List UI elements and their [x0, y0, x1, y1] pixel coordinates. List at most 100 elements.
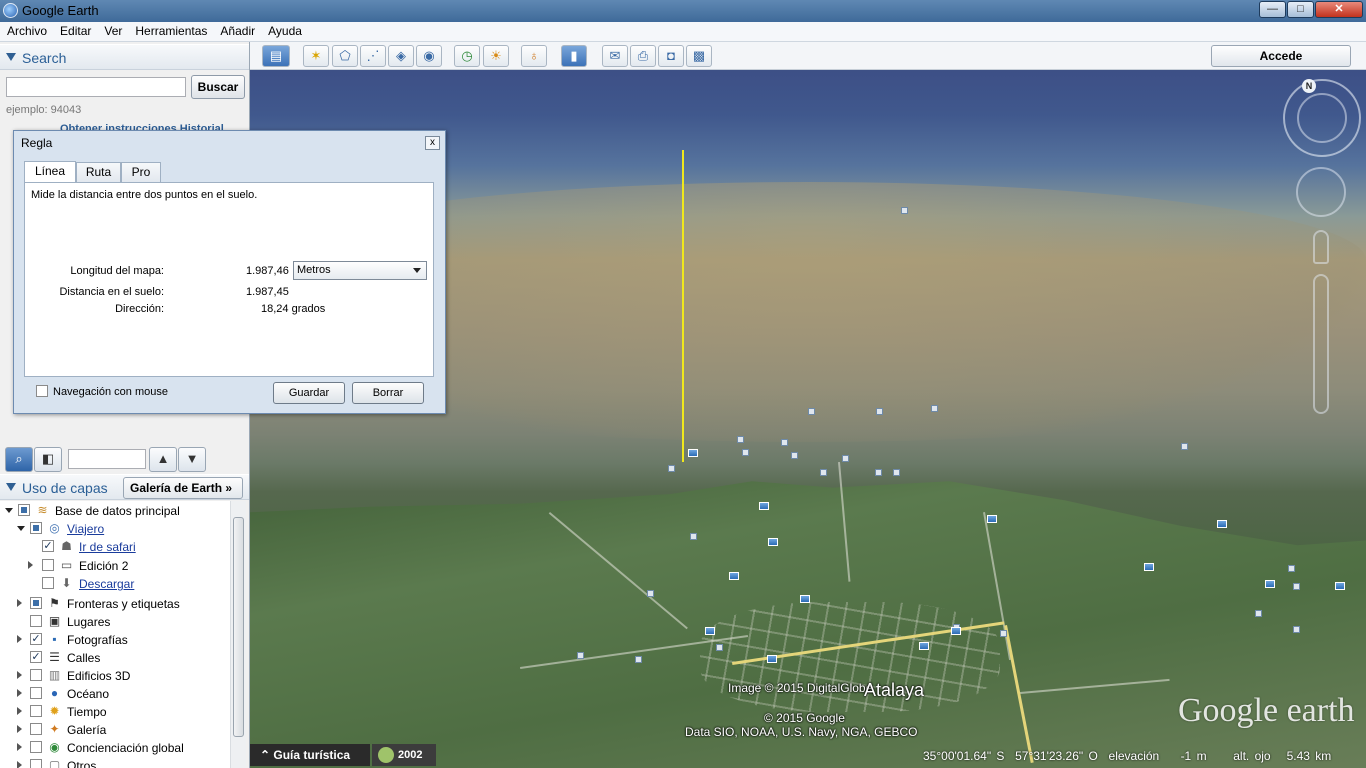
add-placemark-icon[interactable]: ✶ [303, 45, 329, 67]
photo-pin[interactable] [987, 515, 997, 523]
save-button[interactable]: Guardar [273, 382, 345, 404]
close-button[interactable]: ✕ [1315, 1, 1363, 18]
checkbox[interactable] [30, 741, 42, 753]
navigation-control[interactable] [1283, 79, 1361, 157]
search-input[interactable] [6, 77, 186, 97]
sidebar-toggle-icon[interactable]: ▤ [262, 45, 290, 67]
map-pin[interactable] [577, 652, 584, 659]
save-image-icon[interactable]: ▩ [686, 45, 712, 67]
checkbox[interactable]: ✓ [42, 540, 54, 552]
photo-pin[interactable] [729, 572, 739, 580]
photo-pin[interactable] [1265, 580, 1275, 588]
tree-item-ir-de-safari[interactable]: ✓ ☗ Ir de safari [29, 538, 230, 556]
tree-item-label[interactable]: Ir de safari [79, 540, 136, 554]
map-pin[interactable] [876, 408, 883, 415]
photo-pin[interactable] [951, 627, 961, 635]
tree-item-calles[interactable]: ✓ ☰ Calles [17, 649, 230, 667]
expand-icon[interactable] [5, 508, 13, 513]
search-panel-header[interactable]: Search [0, 44, 249, 70]
menu-ayuda[interactable]: Ayuda [261, 22, 308, 38]
checkbox[interactable] [30, 597, 42, 609]
map-pin[interactable] [842, 455, 849, 462]
tree-item-viajero[interactable]: ◎ Viajero [17, 520, 230, 538]
move-up-icon[interactable]: ▲ [149, 447, 177, 472]
sunlight-icon[interactable]: ☀ [483, 45, 509, 67]
historical-imagery-button[interactable]: 2002 [372, 744, 436, 766]
expand-icon[interactable] [17, 761, 22, 768]
map-pin[interactable] [791, 452, 798, 459]
map-pin[interactable] [1293, 583, 1300, 590]
menu-herramientas[interactable]: Herramientas [128, 22, 213, 38]
map-pin[interactable] [690, 533, 697, 540]
map-pin[interactable] [781, 439, 788, 446]
expand-icon[interactable] [17, 671, 22, 679]
add-path-icon[interactable]: ⋰ [360, 45, 386, 67]
map-pin[interactable] [635, 656, 642, 663]
email-icon[interactable]: ✉ [602, 45, 628, 67]
search-toggle-icon[interactable]: ⌕ [5, 447, 33, 472]
checkbox[interactable] [30, 705, 42, 717]
tour-guide-button[interactable]: ⌃ Guía turística [250, 744, 370, 766]
minimize-button[interactable]: — [1259, 1, 1286, 18]
layers-scrollbar[interactable] [230, 501, 246, 768]
mouse-navigation-toggle[interactable]: Navegación con mouse [36, 385, 168, 398]
units-select[interactable]: Metros [293, 261, 427, 280]
planets-icon[interactable]: ♁ [521, 45, 547, 67]
tree-item-edificios-3d[interactable]: ▥ Edificios 3D [17, 667, 230, 685]
photo-pin[interactable] [705, 627, 715, 635]
expand-icon[interactable] [17, 689, 22, 697]
tree-item-fotografias[interactable]: ✓ ▪ Fotografías [17, 631, 230, 649]
photo-pin[interactable] [1335, 582, 1345, 590]
checkbox[interactable] [42, 559, 54, 571]
checkbox[interactable]: ✓ [30, 651, 42, 663]
compass-north-icon[interactable]: N [1302, 79, 1316, 93]
menu-anadir[interactable]: Añadir [213, 22, 261, 38]
print-icon[interactable]: ⎙ [630, 45, 656, 67]
photo-pin[interactable] [688, 449, 698, 457]
expand-icon[interactable] [17, 725, 22, 733]
map-pin[interactable] [875, 469, 882, 476]
checkbox[interactable] [36, 385, 48, 397]
photo-pin[interactable] [800, 595, 810, 603]
expand-icon[interactable] [17, 743, 22, 751]
photo-pin[interactable] [759, 502, 769, 510]
map-pin[interactable] [893, 469, 900, 476]
checkbox[interactable] [18, 504, 30, 516]
tree-item-oceano[interactable]: ● Océano [17, 685, 230, 703]
map-pin[interactable] [668, 465, 675, 472]
tab-linea[interactable]: Línea [24, 161, 76, 183]
map-pin[interactable] [1255, 610, 1262, 617]
map-pin[interactable] [820, 469, 827, 476]
tree-item-galeria[interactable]: ✦ Galería [17, 721, 230, 739]
tree-item-otros[interactable]: ▢ Otros [17, 757, 230, 768]
expand-icon[interactable] [28, 561, 33, 569]
checkbox[interactable] [30, 615, 42, 627]
menu-ver[interactable]: Ver [97, 22, 128, 38]
historical-imagery-icon[interactable]: ◷ [454, 45, 480, 67]
checkbox[interactable] [30, 669, 42, 681]
tree-item-concienciacion[interactable]: ◉ Concienciación global [17, 739, 230, 757]
earth-gallery-button[interactable]: Galería de Earth » [123, 477, 243, 499]
checkbox[interactable] [30, 687, 42, 699]
look-joystick[interactable] [1297, 93, 1347, 143]
tree-item-base-datos[interactable]: ≋ Base de datos principal [5, 502, 230, 520]
checkbox[interactable] [42, 577, 54, 589]
tree-item-tiempo[interactable]: ✹ Tiempo [17, 703, 230, 721]
sign-in-button[interactable]: Accede [1211, 45, 1351, 67]
photo-pin[interactable] [919, 642, 929, 650]
move-joystick[interactable] [1296, 167, 1346, 217]
tree-item-label[interactable]: Descargar [79, 577, 134, 591]
expand-icon[interactable] [17, 526, 25, 531]
street-view-pegman-icon[interactable] [1313, 230, 1329, 264]
zoom-slider[interactable] [1313, 274, 1329, 414]
town-label[interactable]: Atalaya [864, 680, 924, 701]
panel-filter-input[interactable] [68, 449, 146, 469]
checkbox[interactable] [30, 723, 42, 735]
tab-pro[interactable]: Pro [121, 162, 161, 183]
map-pin[interactable] [1000, 630, 1007, 637]
tree-item-lugares[interactable]: ▣ Lugares [17, 613, 230, 631]
tree-item-edicion-2[interactable]: ▭ Edición 2 [28, 557, 230, 575]
move-down-icon[interactable]: ▼ [178, 447, 206, 472]
panel-toggle-icon[interactable]: ◧ [34, 447, 62, 472]
map-pin[interactable] [716, 644, 723, 651]
